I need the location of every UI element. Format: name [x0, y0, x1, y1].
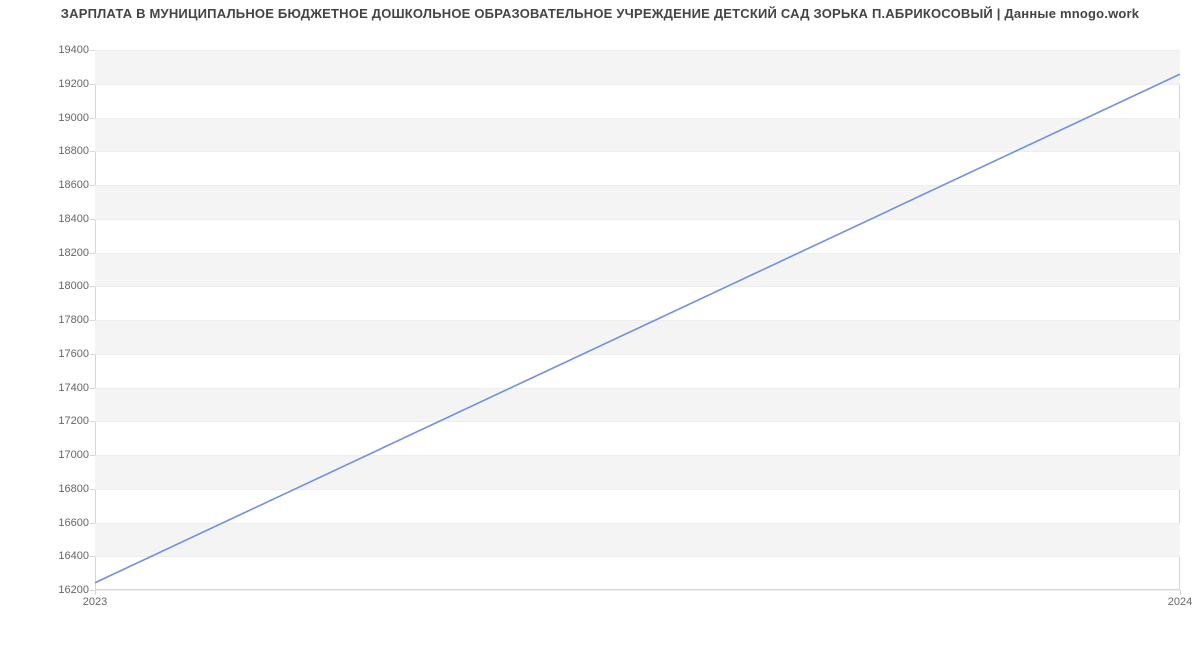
y-tick-label: 17400	[58, 382, 89, 394]
y-tick-label: 18400	[58, 213, 89, 225]
x-tick-label: 2023	[83, 596, 107, 608]
y-tick-label: 18800	[58, 145, 89, 157]
y-tick-label: 16800	[58, 483, 89, 495]
series-layer	[95, 50, 1180, 590]
chart-container: ЗАРПЛАТА В МУНИЦИПАЛЬНОЕ БЮДЖЕТНОЕ ДОШКО…	[0, 0, 1200, 650]
y-tick-label: 18600	[58, 179, 89, 191]
x-tick-mark	[1180, 590, 1181, 595]
y-tick-label: 16200	[58, 584, 89, 596]
y-tick-label: 18000	[58, 280, 89, 292]
x-tick-mark	[95, 590, 96, 595]
chart-title: ЗАРПЛАТА В МУНИЦИПАЛЬНОЕ БЮДЖЕТНОЕ ДОШКО…	[0, 6, 1200, 21]
y-tick-label: 16600	[58, 517, 89, 529]
grid-line	[95, 590, 1180, 591]
y-tick-label: 17200	[58, 415, 89, 427]
x-tick-label: 2024	[1168, 596, 1192, 608]
y-tick-label: 17800	[58, 314, 89, 326]
y-tick-label: 19200	[58, 78, 89, 90]
y-tick-label: 17600	[58, 348, 89, 360]
y-tick-label: 18200	[58, 247, 89, 259]
y-tick-label: 17000	[58, 449, 89, 461]
y-tick-label: 19400	[58, 44, 89, 56]
y-tick-label: 19000	[58, 112, 89, 124]
plot-area: 1620016400166001680017000172001740017600…	[95, 50, 1180, 590]
y-tick-label: 16400	[58, 550, 89, 562]
series-line	[95, 74, 1180, 583]
